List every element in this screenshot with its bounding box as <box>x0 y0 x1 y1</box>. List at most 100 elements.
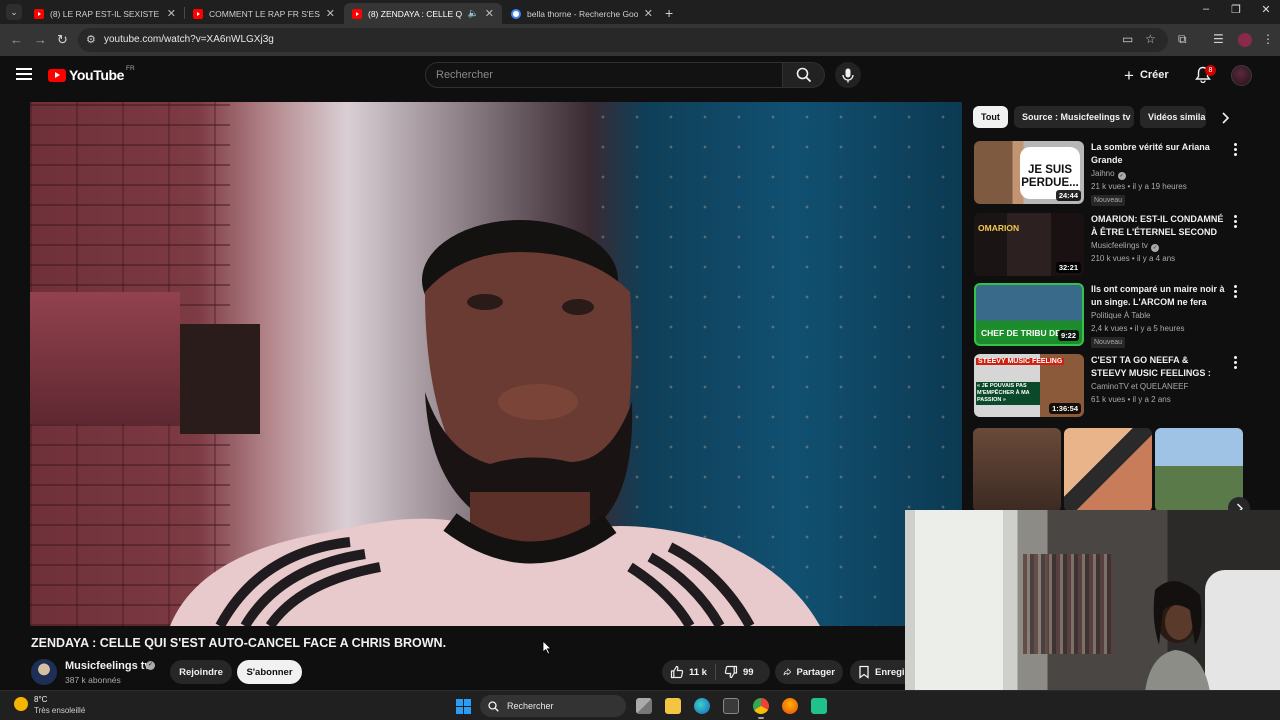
recommendation-meta: 21 k vues • il y a 19 heures <box>1091 182 1187 191</box>
share-label: Partager <box>796 666 835 678</box>
recommendation-item[interactable]: STEEVY MUSIC FEELING « JE POUVAIS PAS M'… <box>974 354 1244 418</box>
browser-tab-1[interactable]: (8) LE RAP EST-IL SEXISTE ? (4 P ✕ <box>26 3 184 24</box>
video-player[interactable] <box>30 102 962 626</box>
create-label: Créer <box>1139 69 1169 81</box>
close-window-button[interactable]: ✕ <box>1256 3 1276 16</box>
chip-all[interactable]: Tout <box>973 106 1008 128</box>
short-thumbnail[interactable] <box>973 428 1061 512</box>
recommendation-channel: Musicfeelings tv ✓ <box>1091 241 1159 252</box>
duration-badge: 1:36:54 <box>1049 403 1081 414</box>
chip-source[interactable]: Source : Musicfeelings tv <box>1014 106 1134 128</box>
short-thumbnail[interactable] <box>1155 428 1243 512</box>
bookmark-star-icon[interactable]: ☆ <box>1145 32 1156 46</box>
microsoft-store-icon[interactable] <box>723 698 739 714</box>
edge-browser-icon[interactable] <box>694 698 710 714</box>
search-icon <box>796 67 811 83</box>
recommendation-channel: CaminoTV et QUELANEEF <box>1091 382 1188 391</box>
region-code: FR <box>126 64 135 72</box>
recommendation-item[interactable]: CHEF DE TRIBU DE SU 9:22 Ils ont comparé… <box>974 283 1244 348</box>
browser-tab-2[interactable]: COMMENT LE RAP FR S'EST DÉ ✕ <box>185 3 343 24</box>
minimize-window-button[interactable]: – <box>1196 3 1216 15</box>
recommendation-title: La sombre vérité sur Ariana Grande <box>1091 142 1210 165</box>
subscribe-button[interactable]: S'abonner <box>237 660 302 684</box>
duration-badge: 9:22 <box>1057 330 1079 341</box>
close-tab-icon[interactable]: ✕ <box>167 7 176 20</box>
chevron-right-icon[interactable] <box>1216 109 1234 127</box>
search-box <box>425 62 783 88</box>
tab-groups-icon[interactable]: ☰ <box>1213 32 1224 46</box>
create-button[interactable]: + Créer <box>1124 62 1169 88</box>
weather-description[interactable]: Très ensoleillé <box>34 706 85 715</box>
account-avatar[interactable] <box>1231 65 1252 86</box>
back-button[interactable]: ← <box>10 32 23 47</box>
channel-name: CaminoTV <box>1091 382 1129 391</box>
sun-weather-icon[interactable] <box>14 697 28 711</box>
video-thumbnail[interactable]: OMARION 32:21 <box>974 213 1084 276</box>
chip-similar[interactable]: Vidéos similaires <box>1140 106 1206 128</box>
recommendation-channel: Jaihno ✓ <box>1091 169 1126 180</box>
more-options-icon[interactable] <box>1231 215 1239 230</box>
recommendation-item[interactable]: OMARION 32:21 OMARION: EST-IL CONDAMNÉ À… <box>974 213 1244 277</box>
cast-icon[interactable]: ▭ <box>1122 32 1133 46</box>
tab-search-button[interactable]: ⌄ <box>6 4 22 20</box>
profile-avatar-icon[interactable] <box>1238 33 1252 47</box>
taskbar-search-label: Rechercher <box>507 701 554 711</box>
new-badge: Nouveau <box>1091 195 1126 206</box>
reload-button[interactable]: ↻ <box>57 32 68 48</box>
app-icon[interactable] <box>811 698 827 714</box>
channel-name: Musicfeelings tv <box>1091 241 1148 250</box>
task-view-icon[interactable] <box>636 698 652 714</box>
chrome-menu-icon[interactable]: ⋮ <box>1262 32 1274 46</box>
dislike-button[interactable]: 99 <box>716 660 762 684</box>
recommendation-title: C'EST TA GO NEEFA & STEEVY MUSIC FEELING… <box>1091 355 1211 378</box>
search-button[interactable] <box>783 62 825 88</box>
video-thumbnail[interactable]: CHEF DE TRIBU DE SU 9:22 <box>974 283 1084 346</box>
weather-temperature[interactable]: 8°C <box>34 695 47 704</box>
channel-name[interactable]: Musicfeelings tv <box>65 660 151 672</box>
close-tab-icon[interactable]: ✕ <box>326 7 335 20</box>
webcam-streamer-figure <box>1145 581 1210 692</box>
close-tab-icon[interactable]: ✕ <box>644 7 653 20</box>
dislike-count: 99 <box>742 666 754 678</box>
duration-badge: 32:21 <box>1055 262 1081 273</box>
close-tab-icon[interactable]: ✕ <box>485 7 494 20</box>
chrome-browser-icon[interactable] <box>753 698 769 719</box>
channel-avatar[interactable] <box>31 659 57 685</box>
share-button[interactable]: Partager <box>775 660 843 684</box>
more-options-icon[interactable] <box>1231 285 1239 300</box>
forward-button[interactable]: → <box>34 32 47 47</box>
more-options-icon[interactable] <box>1231 143 1239 158</box>
restore-window-button[interactable]: ❐ <box>1226 3 1246 16</box>
recommendation-title: Ils ont comparé un maire noir à un singe… <box>1091 284 1225 307</box>
more-options-icon[interactable] <box>1231 356 1239 371</box>
extensions-icon[interactable]: ⧉ <box>1178 32 1187 47</box>
youtube-play-icon <box>48 68 66 82</box>
thumbs-down-icon <box>724 665 738 679</box>
join-button[interactable]: Rejoindre <box>170 660 232 684</box>
youtube-favicon-icon <box>193 8 203 19</box>
recommendation-item[interactable]: JE SUIS PERDUE... 24:44 La sombre vérité… <box>974 141 1244 206</box>
short-thumbnail[interactable] <box>1064 428 1152 512</box>
webcam-shelf <box>1023 554 1113 654</box>
search-input[interactable] <box>436 69 766 81</box>
firefox-browser-icon[interactable] <box>782 698 798 714</box>
windows-start-icon[interactable] <box>456 699 471 714</box>
hamburger-menu-icon[interactable] <box>16 68 32 80</box>
browser-tab-4[interactable]: bella thorne - Recherche Goog ✕ <box>503 3 661 24</box>
site-info-icon[interactable]: ⚙ <box>86 33 96 46</box>
like-button[interactable]: 11 k <box>662 660 715 684</box>
taskbar-search[interactable]: Rechercher <box>480 695 626 717</box>
file-explorer-icon[interactable] <box>665 698 681 714</box>
video-thumbnail[interactable]: JE SUIS PERDUE... 24:44 <box>974 141 1084 204</box>
voice-search-button[interactable] <box>835 62 861 88</box>
recommendation-meta: 61 k vues • il y a 2 ans <box>1091 395 1171 404</box>
address-bar[interactable]: ⚙ youtube.com/watch?v=XA6nWLGXj3g <box>78 28 1168 52</box>
new-tab-button[interactable]: + <box>665 5 673 21</box>
youtube-logo[interactable]: YouTube FR <box>48 64 135 83</box>
verified-check-icon: ✓ <box>1117 172 1126 180</box>
browser-tab-active[interactable]: (8) ZENDAYA : CELLE QUI S'E 🔈 ✕ <box>344 3 502 24</box>
speaker-icon[interactable]: 🔈 <box>468 8 479 19</box>
windows-taskbar: 8°C Très ensoleillé Rechercher <box>0 690 1280 720</box>
verified-check-icon: ✓ <box>1150 244 1159 252</box>
video-thumbnail[interactable]: STEEVY MUSIC FEELING « JE POUVAIS PAS M'… <box>974 354 1084 417</box>
